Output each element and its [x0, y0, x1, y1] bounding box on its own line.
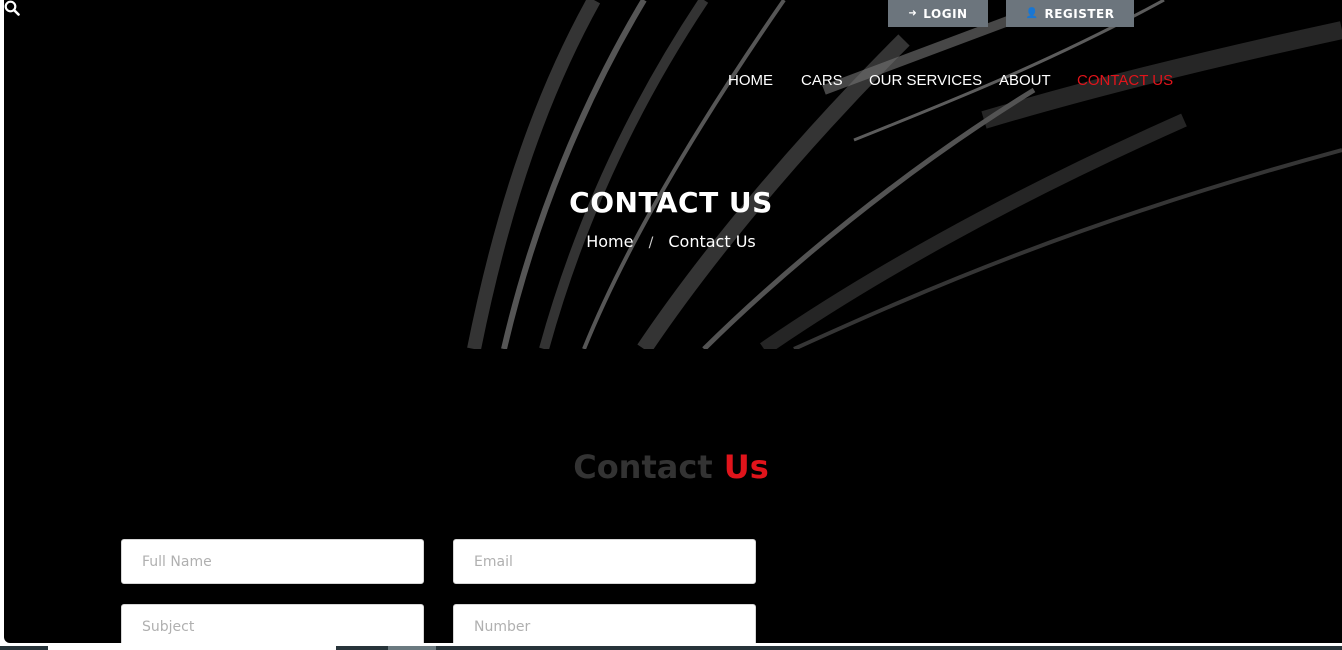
contact-title-part2: Us: [723, 448, 769, 486]
user-plus-icon: 👤: [1025, 8, 1039, 19]
login-label: LOGIN: [923, 6, 968, 21]
number-field[interactable]: [453, 604, 756, 643]
nav-item-our-services[interactable]: OUR SERVICES: [869, 72, 982, 89]
nav-item-contact-us[interactable]: CONTACT US: [1077, 72, 1173, 89]
contact-section-title: Contact Us: [4, 448, 1342, 486]
nav-item-about[interactable]: ABOUT: [999, 72, 1051, 89]
taskbar: [0, 646, 1342, 650]
breadcrumb-separator: /: [648, 235, 654, 251]
subject-field[interactable]: [121, 604, 424, 643]
nav-item-home[interactable]: HOME: [728, 72, 773, 89]
register-label: REGISTER: [1044, 6, 1115, 21]
page-title: CONTACT US: [569, 186, 773, 219]
page-frame: ➜ LOGIN 👤 REGISTER HOME CARS OUR SERVICE…: [4, 0, 1342, 643]
sign-in-icon: ➜: [908, 8, 918, 19]
taskbar-active-item[interactable]: [48, 646, 336, 650]
hero-background-streaks: [4, 0, 1342, 349]
full-name-field[interactable]: [121, 539, 424, 584]
hero-banner: ➜ LOGIN 👤 REGISTER HOME CARS OUR SERVICE…: [4, 0, 1342, 349]
register-button[interactable]: 👤 REGISTER: [1006, 0, 1134, 27]
search-icon[interactable]: [4, 0, 20, 16]
nav-item-cars[interactable]: CARS: [801, 72, 843, 89]
taskbar-item[interactable]: [388, 646, 436, 650]
breadcrumb-current: Contact Us: [668, 232, 756, 251]
login-button[interactable]: ➜ LOGIN: [888, 0, 988, 27]
breadcrumb-home[interactable]: Home: [586, 232, 633, 251]
email-field[interactable]: [453, 539, 756, 584]
breadcrumb: Home / Contact Us: [4, 232, 1342, 251]
contact-title-part1: Contact: [573, 448, 713, 486]
